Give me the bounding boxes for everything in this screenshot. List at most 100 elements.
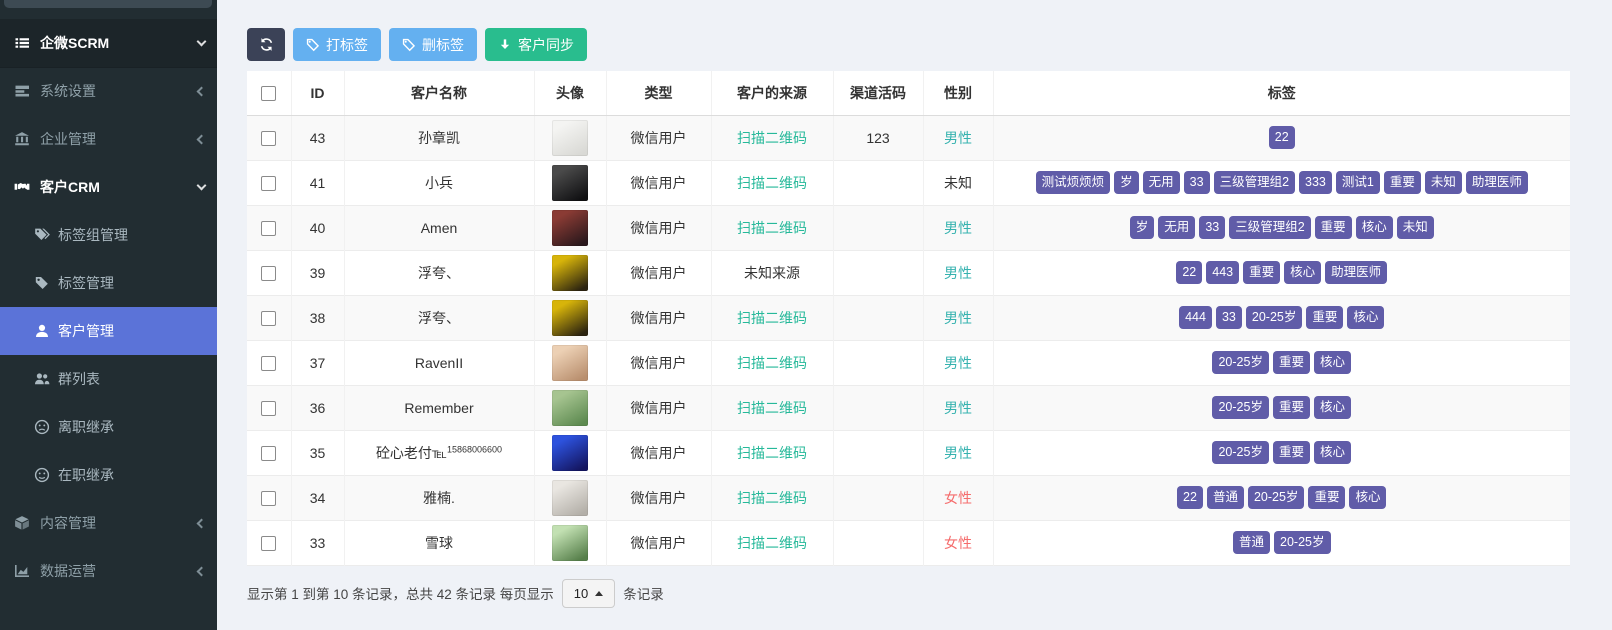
tag-badge: 核心 <box>1314 396 1351 419</box>
tag-badge: 20-25岁 <box>1274 531 1330 554</box>
cell-gender: 男性 <box>923 385 993 430</box>
chevron-left-icon <box>197 566 207 576</box>
page-size-select[interactable]: 10 <box>562 579 615 608</box>
refresh-button[interactable] <box>247 28 285 61</box>
row-checkbox[interactable] <box>261 131 276 146</box>
sidebar-item-group-list[interactable]: 群列表 <box>0 355 217 403</box>
record-summary: 显示第 1 到第 10 条记录，总共 42 条记录 每页显示 <box>247 583 554 603</box>
tag-badge: 20-25岁 <box>1212 441 1268 464</box>
tag-badge: 测试烦烦烦 <box>1036 171 1111 194</box>
button-label: 客户同步 <box>518 35 574 55</box>
avatar <box>552 435 588 471</box>
arrow-down-icon <box>498 38 512 52</box>
sidebar-item-customer-management[interactable]: 客户管理 <box>0 307 217 355</box>
avatar <box>552 210 588 246</box>
row-checkbox[interactable] <box>261 311 276 326</box>
cell-select <box>247 475 291 520</box>
row-checkbox[interactable] <box>261 266 276 281</box>
column-header-5: 渠道活码 <box>833 71 923 115</box>
table-row: 33雪球微信用户扫描二维码女性普通20-25岁 <box>247 520 1570 565</box>
cell-source: 扫描二维码 <box>711 340 833 385</box>
bank-icon <box>14 131 36 147</box>
record-summary-suffix: 条记录 <box>623 583 664 603</box>
customer-name: RavenII <box>415 355 463 371</box>
table-row: 43孙章凯微信用户扫描二维码123男性22 <box>247 115 1570 160</box>
cell-avatar <box>534 115 606 160</box>
sidebar-item-tag-management[interactable]: 标签管理 <box>0 259 217 307</box>
row-checkbox[interactable] <box>261 491 276 506</box>
cell-tags: 4443320-25岁重要核心 <box>993 295 1570 340</box>
sidebar-search-box[interactable] <box>4 0 212 8</box>
cell-id: 39 <box>291 250 344 295</box>
row-checkbox[interactable] <box>261 536 276 551</box>
cell-source: 扫描二维码 <box>711 430 833 475</box>
chevron-left-icon <box>197 518 207 528</box>
cell-channel: 123 <box>833 115 923 160</box>
customer-sync-button[interactable]: 客户同步 <box>485 28 587 61</box>
sidebar-item-tag-group-management[interactable]: 标签组管理 <box>0 211 217 259</box>
tag-badge: 核心 <box>1356 216 1393 239</box>
sidebar-item-content-management[interactable]: 内容管理 <box>0 499 217 547</box>
cell-name: 雪球 <box>344 520 534 565</box>
customer-table: ID客户名称头像类型客户的来源渠道活码性别标签 43孙章凯微信用户扫描二维码12… <box>247 71 1570 566</box>
row-checkbox[interactable] <box>261 356 276 371</box>
cell-gender: 男性 <box>923 340 993 385</box>
cell-source: 扫描二维码 <box>711 520 833 565</box>
table-row: 41小兵微信用户扫描二维码未知测试烦烦烦岁无用33三级管理组2333测试1重要未… <box>247 160 1570 205</box>
tag-badge: 22 <box>1269 126 1295 149</box>
tag-badge: 20-25岁 <box>1246 306 1302 329</box>
cell-type: 微信用户 <box>606 205 711 250</box>
cell-name: 孙章凯 <box>344 115 534 160</box>
tag-badge: 重要 <box>1243 261 1280 284</box>
tag-add-button[interactable]: 打标签 <box>293 28 381 61</box>
cell-avatar <box>534 475 606 520</box>
handshake-icon <box>14 179 36 195</box>
cell-gender: 男性 <box>923 205 993 250</box>
avatar <box>552 345 588 381</box>
cell-select <box>247 430 291 475</box>
row-checkbox[interactable] <box>261 401 276 416</box>
tag-badge: 核心 <box>1314 441 1351 464</box>
sidebar-item-enterprise-management[interactable]: 企业管理 <box>0 115 217 163</box>
row-checkbox[interactable] <box>261 221 276 236</box>
user-icon <box>34 323 54 339</box>
tag-badge: 核心 <box>1314 351 1351 374</box>
row-checkbox[interactable] <box>261 176 276 191</box>
sidebar-item-label: 标签管理 <box>58 273 205 293</box>
cell-source: 扫描二维码 <box>711 475 833 520</box>
column-header-1: 客户名称 <box>344 71 534 115</box>
sidebar-item-customer-crm[interactable]: 客户CRM <box>0 163 217 211</box>
cell-type: 微信用户 <box>606 160 711 205</box>
avatar <box>552 255 588 291</box>
cell-avatar <box>534 295 606 340</box>
table-row: 36Remember微信用户扫描二维码男性20-25岁重要核心 <box>247 385 1570 430</box>
cell-channel <box>833 160 923 205</box>
cell-name: Remember <box>344 385 534 430</box>
tag-badge: 助理医师 <box>1466 171 1528 194</box>
cell-name: 砼心老付℡15868006600 <box>344 430 534 475</box>
sidebar-item-data-operation[interactable]: 数据运营 <box>0 547 217 595</box>
sidebar-item-active-inherit[interactable]: 在职继承 <box>0 451 217 499</box>
sidebar-item-resign-inherit[interactable]: 离职继承 <box>0 403 217 451</box>
sidebar-item-scrm[interactable]: 企微SCRM <box>0 19 217 67</box>
cell-avatar <box>534 520 606 565</box>
tag-badge: 33 <box>1199 216 1225 239</box>
toolbar: 打标签 删标签 客户同步 <box>247 28 1570 61</box>
cell-id: 43 <box>291 115 344 160</box>
cell-source: 扫描二维码 <box>711 115 833 160</box>
customer-name: Amen <box>421 220 458 236</box>
button-label: 打标签 <box>326 35 368 55</box>
sidebar-item-system-settings[interactable]: 系统设置 <box>0 67 217 115</box>
cell-id: 35 <box>291 430 344 475</box>
cell-type: 微信用户 <box>606 385 711 430</box>
tag-badge: 岁 <box>1114 171 1139 194</box>
table-row: 39浮夸、微信用户未知来源男性22443重要核心助理医师 <box>247 250 1570 295</box>
tag-badge: 普通 <box>1207 486 1244 509</box>
customer-name: Remember <box>404 400 473 416</box>
customer-name: 小兵 <box>425 175 453 191</box>
row-checkbox[interactable] <box>261 446 276 461</box>
select-all-checkbox[interactable] <box>261 86 276 101</box>
tag-remove-button[interactable]: 删标签 <box>389 28 477 61</box>
column-header-2: 头像 <box>534 71 606 115</box>
tag-badge: 33 <box>1184 171 1210 194</box>
